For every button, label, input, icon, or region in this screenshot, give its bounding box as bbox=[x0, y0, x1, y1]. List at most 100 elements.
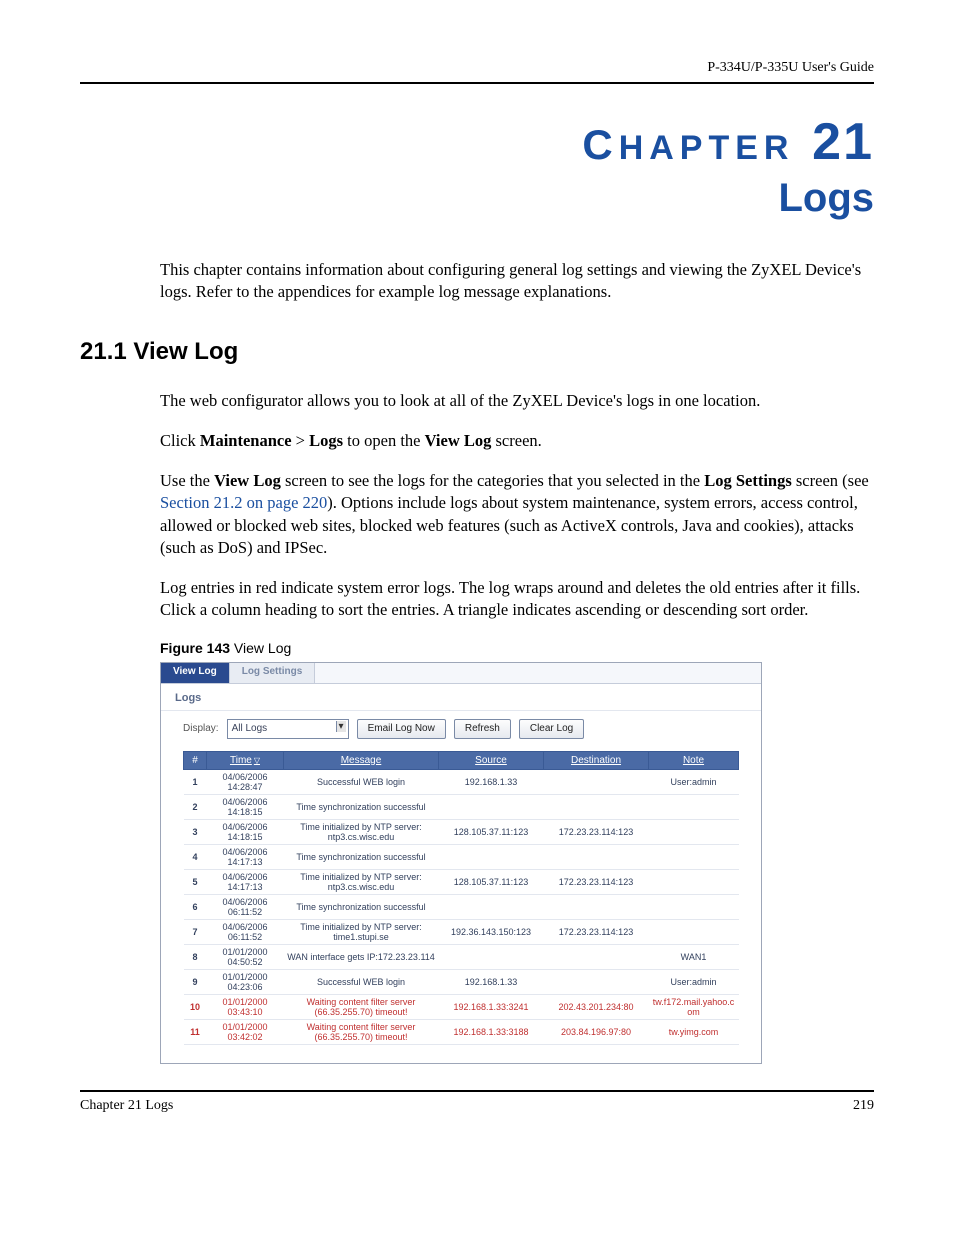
cell-note bbox=[649, 869, 739, 894]
cell-source: 192.168.1.33:3241 bbox=[439, 994, 544, 1019]
cell-note: tw.f172.mail.yahoo.com bbox=[649, 994, 739, 1019]
cell-message: Waiting content filter server (66.35.255… bbox=[284, 994, 439, 1019]
cell-note: User:admin bbox=[649, 969, 739, 994]
col-destination[interactable]: Destination bbox=[544, 751, 649, 769]
cell-time: 01/01/2000 03:42:02 bbox=[207, 1019, 284, 1044]
header-rule bbox=[80, 82, 874, 84]
email-log-now-button[interactable]: Email Log Now bbox=[357, 719, 446, 739]
cell-num: 3 bbox=[184, 819, 207, 844]
col-time[interactable]: Time▽ bbox=[207, 751, 284, 769]
cell-destination bbox=[544, 894, 649, 919]
section-heading: 21.1 View Log bbox=[80, 338, 874, 366]
screenshot-tabs: View Log Log Settings bbox=[161, 663, 761, 684]
cell-destination: 172.23.23.114:123 bbox=[544, 869, 649, 894]
page-footer: Chapter 21 Logs 219 bbox=[80, 1090, 874, 1114]
cell-message: Time synchronization successful bbox=[284, 894, 439, 919]
cell-time: 04/06/2006 06:11:52 bbox=[207, 894, 284, 919]
table-row: 604/06/2006 06:11:52Time synchronization… bbox=[184, 894, 739, 919]
cell-time: 01/01/2000 04:50:52 bbox=[207, 944, 284, 969]
cell-source bbox=[439, 894, 544, 919]
display-label: Display: bbox=[183, 723, 219, 734]
cell-num: 11 bbox=[184, 1019, 207, 1044]
table-row: 901/01/2000 04:23:06Successful WEB login… bbox=[184, 969, 739, 994]
cell-message: Successful WEB login bbox=[284, 769, 439, 794]
table-row: 404/06/2006 14:17:13Time synchronization… bbox=[184, 844, 739, 869]
cell-time: 04/06/2006 14:17:13 bbox=[207, 869, 284, 894]
cell-num: 2 bbox=[184, 794, 207, 819]
table-row: 801/01/2000 04:50:52WAN interface gets I… bbox=[184, 944, 739, 969]
cell-note: WAN1 bbox=[649, 944, 739, 969]
refresh-button[interactable]: Refresh bbox=[454, 719, 511, 739]
paragraph-1: The web configurator allows you to look … bbox=[160, 390, 874, 412]
chapter-cap: C bbox=[582, 121, 618, 168]
chapter-subtitle: Logs bbox=[80, 176, 874, 221]
cell-destination: 203.84.196.97:80 bbox=[544, 1019, 649, 1044]
table-row: 304/06/2006 14:18:15Time initialized by … bbox=[184, 819, 739, 844]
cell-note: User:admin bbox=[649, 769, 739, 794]
cell-num: 5 bbox=[184, 869, 207, 894]
cell-source: 192.168.1.33 bbox=[439, 769, 544, 794]
paragraph-3: Use the View Log screen to see the logs … bbox=[160, 470, 874, 559]
panel-title-logs: Logs bbox=[161, 684, 761, 711]
table-row: 1101/01/2000 03:42:02Waiting content fil… bbox=[184, 1019, 739, 1044]
cell-source bbox=[439, 844, 544, 869]
chapter-rest: HAPTER bbox=[619, 129, 795, 167]
cell-message: Time initialized by NTP server: time1.st… bbox=[284, 919, 439, 944]
table-row: 104/06/2006 14:28:47Successful WEB login… bbox=[184, 769, 739, 794]
cell-time: 04/06/2006 06:11:52 bbox=[207, 919, 284, 944]
cell-note: tw.yimg.com bbox=[649, 1019, 739, 1044]
cell-note bbox=[649, 794, 739, 819]
cell-time: 04/06/2006 14:18:15 bbox=[207, 794, 284, 819]
col-note[interactable]: Note bbox=[649, 751, 739, 769]
table-row: 704/06/2006 06:11:52Time initialized by … bbox=[184, 919, 739, 944]
cell-time: 04/06/2006 14:28:47 bbox=[207, 769, 284, 794]
col-message[interactable]: Message bbox=[284, 751, 439, 769]
cell-destination bbox=[544, 944, 649, 969]
cell-destination bbox=[544, 969, 649, 994]
paragraph-2: Click Maintenance > Logs to open the Vie… bbox=[160, 430, 874, 452]
cell-source: 128.105.37.11:123 bbox=[439, 869, 544, 894]
section-cross-ref-link[interactable]: Section 21.2 on page 220 bbox=[160, 493, 327, 512]
cell-destination: 202.43.201.234:80 bbox=[544, 994, 649, 1019]
cell-destination bbox=[544, 769, 649, 794]
cell-source: 192.36.143.150:123 bbox=[439, 919, 544, 944]
cell-num: 7 bbox=[184, 919, 207, 944]
col-source[interactable]: Source bbox=[439, 751, 544, 769]
display-select[interactable]: All Logs bbox=[227, 719, 349, 739]
cell-message: Time synchronization successful bbox=[284, 844, 439, 869]
log-table: # Time▽ Message Source Destination Note … bbox=[183, 751, 739, 1045]
paragraph-4: Log entries in red indicate system error… bbox=[160, 577, 874, 622]
cell-message: Waiting content filter server (66.35.255… bbox=[284, 1019, 439, 1044]
cell-source bbox=[439, 794, 544, 819]
cell-note bbox=[649, 844, 739, 869]
cell-time: 04/06/2006 14:17:13 bbox=[207, 844, 284, 869]
screenshot-view-log: View Log Log Settings Logs Display: All … bbox=[160, 662, 762, 1064]
chapter-intro: This chapter contains information about … bbox=[160, 259, 874, 304]
cell-destination bbox=[544, 794, 649, 819]
cell-note bbox=[649, 819, 739, 844]
chapter-line: CHAPTER 21 bbox=[80, 112, 874, 172]
cell-message: Time synchronization successful bbox=[284, 794, 439, 819]
clear-log-button[interactable]: Clear Log bbox=[519, 719, 584, 739]
cell-message: Time initialized by NTP server: ntp3.cs.… bbox=[284, 869, 439, 894]
table-row: 1001/01/2000 03:43:10Waiting content fil… bbox=[184, 994, 739, 1019]
col-num[interactable]: # bbox=[184, 751, 207, 769]
chapter-number: 21 bbox=[812, 113, 874, 171]
footer-left: Chapter 21 Logs bbox=[80, 1098, 173, 1114]
cell-source bbox=[439, 944, 544, 969]
cell-source: 128.105.37.11:123 bbox=[439, 819, 544, 844]
cell-num: 4 bbox=[184, 844, 207, 869]
cell-time: 04/06/2006 14:18:15 bbox=[207, 819, 284, 844]
cell-destination: 172.23.23.114:123 bbox=[544, 919, 649, 944]
cell-note bbox=[649, 894, 739, 919]
cell-num: 1 bbox=[184, 769, 207, 794]
doc-guide-name: P-334U/P-335U User's Guide bbox=[80, 60, 874, 76]
cell-message: WAN interface gets IP:172.23.23.114 bbox=[284, 944, 439, 969]
tab-view-log[interactable]: View Log bbox=[161, 663, 230, 683]
tab-log-settings[interactable]: Log Settings bbox=[230, 663, 316, 683]
table-row: 504/06/2006 14:17:13Time initialized by … bbox=[184, 869, 739, 894]
table-row: 204/06/2006 14:18:15Time synchronization… bbox=[184, 794, 739, 819]
cell-num: 8 bbox=[184, 944, 207, 969]
cell-time: 01/01/2000 04:23:06 bbox=[207, 969, 284, 994]
cell-source: 192.168.1.33:3188 bbox=[439, 1019, 544, 1044]
